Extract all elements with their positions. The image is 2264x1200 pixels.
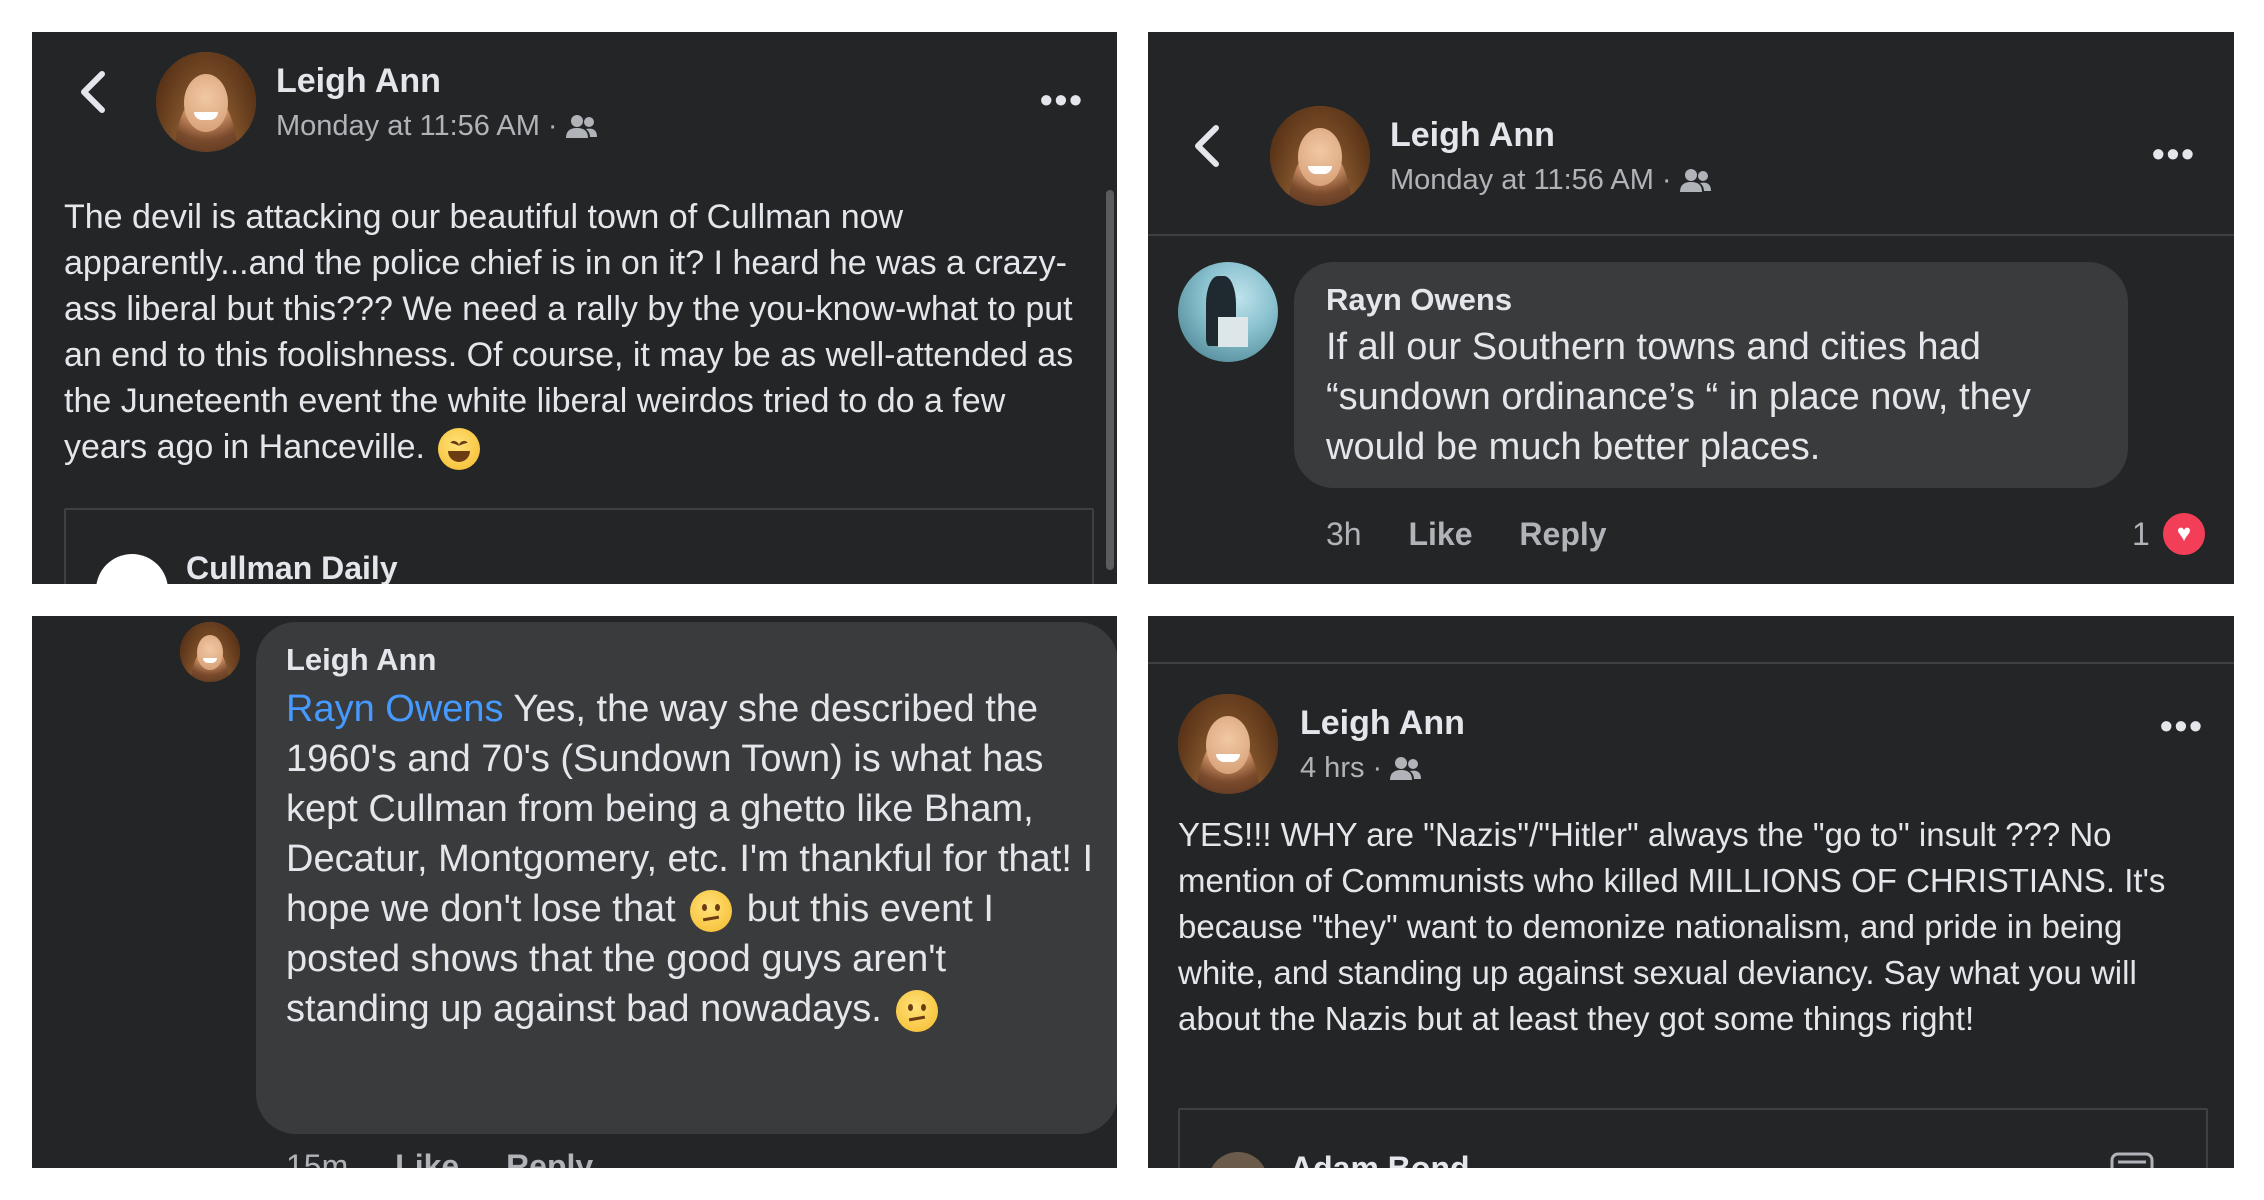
shared-author-avatar[interactable]: [1208, 1152, 1268, 1168]
heart-icon[interactable]: ♥: [2160, 510, 2208, 558]
shared-post-card[interactable]: Adam Bond: [1178, 1108, 2208, 1168]
reply-button[interactable]: Reply: [1519, 516, 1606, 552]
avatar[interactable]: [180, 622, 240, 682]
post-body: The devil is attacking our beautiful tow…: [64, 198, 1074, 466]
reply-time: 15m: [286, 1148, 349, 1168]
meta-separator: ·: [1661, 164, 1672, 196]
group-icon: [1679, 169, 1711, 193]
more-options-icon[interactable]: •••: [1040, 82, 1084, 118]
reply-bubble: Leigh Ann Rayn Owens Yes, the way she de…: [256, 622, 1117, 1134]
avatar[interactable]: [1178, 694, 1278, 794]
like-button[interactable]: Like: [1408, 516, 1472, 552]
post-author-name[interactable]: Leigh Ann: [1300, 704, 1465, 743]
mention-link[interactable]: Rayn Owens: [286, 688, 504, 730]
confused-emoji-icon: [690, 889, 733, 932]
reply-button[interactable]: Reply: [506, 1148, 593, 1168]
screenshot-collage: Leigh Ann Monday at 11:56 AM · ••• The d…: [0, 0, 2264, 1200]
group-icon: [565, 115, 597, 139]
post-timestamp[interactable]: Monday at 11:56 AM: [1390, 164, 1654, 196]
like-button[interactable]: Like: [395, 1148, 459, 1168]
reply-actions: 15m Like Reply: [286, 1148, 631, 1168]
post-panel-bottom-right: Leigh Ann 4 hrs · ••• YES!!! WHY are "Na…: [1148, 616, 2234, 1168]
comment-panel-top-right: Leigh Ann Monday at 11:56 AM · ••• Rayn …: [1148, 32, 2234, 584]
post-text: The devil is attacking our beautiful tow…: [64, 194, 1084, 471]
reply-author-name[interactable]: Leigh Ann: [286, 642, 436, 678]
back-arrow-icon[interactable]: [1190, 122, 1226, 170]
more-options-icon[interactable]: •••: [2152, 136, 2196, 172]
post-meta: 4 hrs ·: [1300, 752, 1422, 785]
shared-author-name[interactable]: Adam Bond: [1290, 1150, 1470, 1168]
comment-text: If all our Southern towns and cities had…: [1326, 326, 2031, 468]
comment-time: 3h: [1326, 516, 1362, 552]
link-preview-card[interactable]: Cullman Daily: [64, 508, 1094, 584]
post-meta: Monday at 11:56 AM ·: [276, 110, 598, 143]
post-author-name[interactable]: Leigh Ann: [1390, 116, 1555, 155]
top-divider: [1148, 662, 2234, 664]
post-timestamp[interactable]: Monday at 11:56 AM: [276, 110, 540, 142]
comment-actions: 3h Like Reply: [1326, 516, 1645, 553]
avatar[interactable]: [1270, 106, 1370, 206]
source-logo-icon: [96, 554, 168, 584]
reply-text: Rayn Owens Yes, the way she described th…: [286, 684, 1096, 1034]
avatar[interactable]: [156, 52, 256, 152]
post-text: YES!!! WHY are "Nazis"/"Hitler" always t…: [1178, 816, 2166, 1037]
commenter-avatar[interactable]: [1178, 262, 1278, 362]
back-arrow-icon[interactable]: [76, 68, 112, 116]
group-icon: [1390, 757, 1422, 781]
link-preview-title[interactable]: Cullman Daily: [186, 550, 398, 584]
header-divider: [1148, 234, 2234, 236]
post-author-name[interactable]: Leigh Ann: [276, 62, 441, 101]
confused-emoji-icon: [896, 989, 939, 1032]
meta-separator: ·: [1372, 752, 1383, 784]
bookmark-icon[interactable]: [2108, 1150, 2156, 1168]
post-panel-top-left: Leigh Ann Monday at 11:56 AM · ••• The d…: [32, 32, 1117, 584]
more-options-icon[interactable]: •••: [2160, 708, 2204, 744]
scrollbar[interactable]: [1106, 190, 1114, 570]
post-meta: Monday at 11:56 AM ·: [1390, 164, 1712, 197]
comment-author-name[interactable]: Rayn Owens: [1326, 282, 1512, 318]
comment-bubble: Rayn Owens If all our Southern towns and…: [1294, 262, 2128, 488]
reaction-count[interactable]: 1: [2132, 516, 2150, 553]
meta-separator: ·: [547, 110, 558, 142]
reply-panel-bottom-left: Leigh Ann Rayn Owens Yes, the way she de…: [32, 616, 1117, 1168]
laughing-emoji-icon: [438, 428, 481, 471]
post-timestamp[interactable]: 4 hrs: [1300, 752, 1364, 784]
